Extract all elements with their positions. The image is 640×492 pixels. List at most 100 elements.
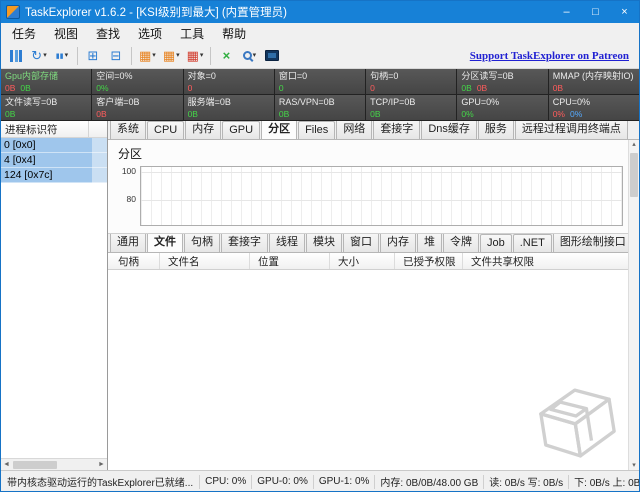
graph-panel-cpu[interactable]: CPU=0% 0%0% — [549, 95, 639, 120]
chevron-down-icon: ▾ — [200, 52, 204, 59]
tab-dns-cache[interactable]: Dns缓存 — [421, 121, 477, 139]
tab-cpu[interactable]: CPU — [147, 121, 184, 139]
dtab-gdi[interactable]: 图形绘制接口 — [553, 234, 633, 252]
horizontal-scrollbar[interactable]: ◄ ► — [1, 458, 107, 470]
status-gpu0[interactable]: GPU-0: 0% — [251, 475, 313, 489]
menu-find[interactable]: 查找 — [87, 23, 129, 44]
graph-panel-windows[interactable]: 窗口=0 0 — [275, 69, 365, 94]
graph-panel-space[interactable]: 空间=0% 0% — [92, 69, 182, 94]
col-position[interactable]: 位置 — [250, 253, 330, 269]
tab-rpc-endpoints[interactable]: 远程过程调用终端点 — [515, 121, 628, 139]
col-granted-access[interactable]: 已授予权限 — [395, 253, 463, 269]
status-cpu[interactable]: CPU: 0% — [199, 475, 251, 489]
graph-panel-gpu-memory[interactable]: Gpu内部存储 0B0B — [1, 69, 91, 94]
terminate-button[interactable]: × — [215, 45, 237, 67]
tab-network[interactable]: 网络 — [336, 121, 372, 139]
graph-summary-strip: Gpu内部存储 0B0B 空间=0% 0% 对象=0 0 窗口=0 0 句柄=0… — [1, 69, 639, 121]
dtab-token[interactable]: 令牌 — [443, 234, 479, 252]
dtab-heap[interactable]: 堆 — [417, 234, 442, 252]
tab-files[interactable]: Files — [298, 121, 335, 139]
search-icon — [243, 51, 252, 60]
tab-memory[interactable]: 内存 — [185, 121, 221, 139]
section-title: 分区 — [118, 145, 623, 162]
status-memory[interactable]: 内存: 0B/0B/48.00 GB — [374, 475, 483, 489]
patreon-link[interactable]: Support TaskExplorer on Patreon — [470, 50, 629, 62]
dtab-thread[interactable]: 线程 — [269, 234, 305, 252]
tab-system[interactable]: 系统 — [110, 121, 146, 139]
menu-task[interactable]: 任务 — [3, 23, 45, 44]
minimize-button[interactable]: – — [552, 1, 581, 23]
menu-view[interactable]: 视图 — [45, 23, 87, 44]
dtab-handle[interactable]: 句柄 — [184, 234, 220, 252]
tab-partition[interactable]: 分区 — [261, 121, 297, 140]
dtab-module[interactable]: 模块 — [306, 234, 342, 252]
status-network-io[interactable]: 下: 0B/s 上: 0B/s — [568, 475, 639, 489]
services-view-button[interactable]: ▦▾ — [160, 45, 183, 67]
col-size[interactable]: 大小 — [330, 253, 395, 269]
scroll-down-icon[interactable]: ▾ — [629, 461, 639, 469]
scroll-right-icon[interactable]: ► — [96, 461, 107, 468]
collapse-tree-button[interactable]: ⊟ — [105, 45, 127, 67]
graph-panel-objects[interactable]: 对象=0 0 — [184, 69, 274, 94]
expand-all-icon: ⊞ — [88, 48, 99, 64]
pause-button[interactable]: ▮▮▾ — [51, 45, 73, 67]
graph-panel-file-io[interactable]: 文件读写=0B 0B — [1, 95, 91, 120]
processes-view-button[interactable]: ▦▾ — [136, 45, 159, 67]
window-title: TaskExplorer v1.6.2 - [KSI级别到最大] (内置管理员) — [25, 4, 287, 20]
process-row-124[interactable]: 124 [0x7c] — [1, 168, 107, 183]
chevron-down-icon: ▾ — [176, 52, 180, 59]
graph-panel-mmap-io[interactable]: MMAP (内存映射IO) 0B — [549, 69, 639, 94]
expand-tree-button[interactable]: ⊞ — [82, 45, 104, 67]
menu-options[interactable]: 选项 — [129, 23, 171, 44]
dtab-window[interactable]: 窗口 — [343, 234, 379, 252]
col-handle[interactable]: 句柄 — [110, 253, 160, 269]
col-file-share-access[interactable]: 文件共享权限 — [463, 253, 639, 269]
status-gpu1[interactable]: GPU-1: 0% — [313, 475, 375, 489]
show-graphs-button[interactable] — [5, 45, 27, 67]
tab-gpu[interactable]: GPU — [222, 121, 260, 139]
dtab-socket[interactable]: 套接字 — [221, 234, 268, 252]
dtab-memory[interactable]: 内存 — [380, 234, 416, 252]
menu-tools[interactable]: 工具 — [171, 23, 213, 44]
tab-socket[interactable]: 套接字 — [373, 121, 420, 139]
graph-panel-client[interactable]: 客户端=0B 0B — [92, 95, 182, 120]
graph-panel-server[interactable]: 服务端=0B 0B — [184, 95, 274, 120]
graph-panel-tcp-ip[interactable]: TCP/IP=0B 0B — [366, 95, 456, 120]
maximize-button[interactable]: □ — [581, 1, 610, 23]
col-filename[interactable]: 文件名 — [160, 253, 250, 269]
graph-panel-handles[interactable]: 句柄=0 0 — [366, 69, 456, 94]
file-table-header: 句柄 文件名 位置 大小 已授予权限 文件共享权限 — [108, 253, 639, 270]
scrollbar-thumb[interactable] — [630, 153, 638, 197]
process-row-0[interactable]: 0 [0x0] — [1, 138, 107, 153]
graph-panel-disk-io[interactable]: 分区读写=0B 0B0B — [457, 69, 547, 94]
status-disk-io[interactable]: 读: 0B/s 写: 0B/s — [483, 475, 568, 489]
drivers-view-button[interactable]: ▦▾ — [184, 45, 207, 67]
process-row-4[interactable]: 4 [0x4] — [1, 153, 107, 168]
system-monitor-button[interactable] — [261, 45, 283, 67]
dtab-dotnet[interactable]: .NET — [513, 234, 552, 252]
menu-help[interactable]: 帮助 — [213, 23, 255, 44]
scroll-up-icon[interactable]: ▴ — [632, 141, 636, 148]
search-button[interactable]: ▾ — [238, 45, 260, 67]
partition-graph-pane: 分区 100 80 — [108, 140, 639, 234]
process-list-panel: 进程标识符 0 [0x0] 4 [0x4] 124 [0x7c] ◄ ► — [1, 121, 108, 470]
toolbar-separator — [131, 47, 132, 65]
vertical-scrollbar[interactable]: ▴ ▾ — [628, 140, 639, 470]
tab-service[interactable]: 服务 — [478, 121, 514, 139]
dtab-file[interactable]: 文件 — [147, 234, 183, 253]
graph-panel-ras-vpn[interactable]: RAS/VPN=0B 0B — [275, 95, 365, 120]
scroll-left-icon[interactable]: ◄ — [1, 461, 12, 468]
titlebar[interactable]: TaskExplorer v1.6.2 - [KSI级别到最大] (内置管理员)… — [1, 1, 639, 23]
toolbar-separator — [210, 47, 211, 65]
taskexplorer-window: TaskExplorer v1.6.2 - [KSI级别到最大] (内置管理员)… — [0, 0, 640, 492]
main-tabbar: 系统 CPU 内存 GPU 分区 Files 网络 套接字 Dns缓存 服务 远… — [108, 121, 639, 140]
close-button[interactable]: × — [610, 1, 639, 23]
scrollbar-thumb[interactable] — [13, 461, 57, 469]
pid-column-header[interactable]: 进程标识符 — [1, 121, 89, 137]
dtab-job[interactable]: Job — [480, 234, 512, 252]
process-list-header[interactable]: 进程标识符 — [1, 121, 107, 138]
dtab-general[interactable]: 通用 — [110, 234, 146, 252]
graph-panel-gpu[interactable]: GPU=0% 0% — [457, 95, 547, 120]
content-area: 进程标识符 0 [0x0] 4 [0x4] 124 [0x7c] ◄ ► 系统 — [1, 121, 639, 470]
refresh-button[interactable]: ↻▾ — [28, 45, 50, 67]
